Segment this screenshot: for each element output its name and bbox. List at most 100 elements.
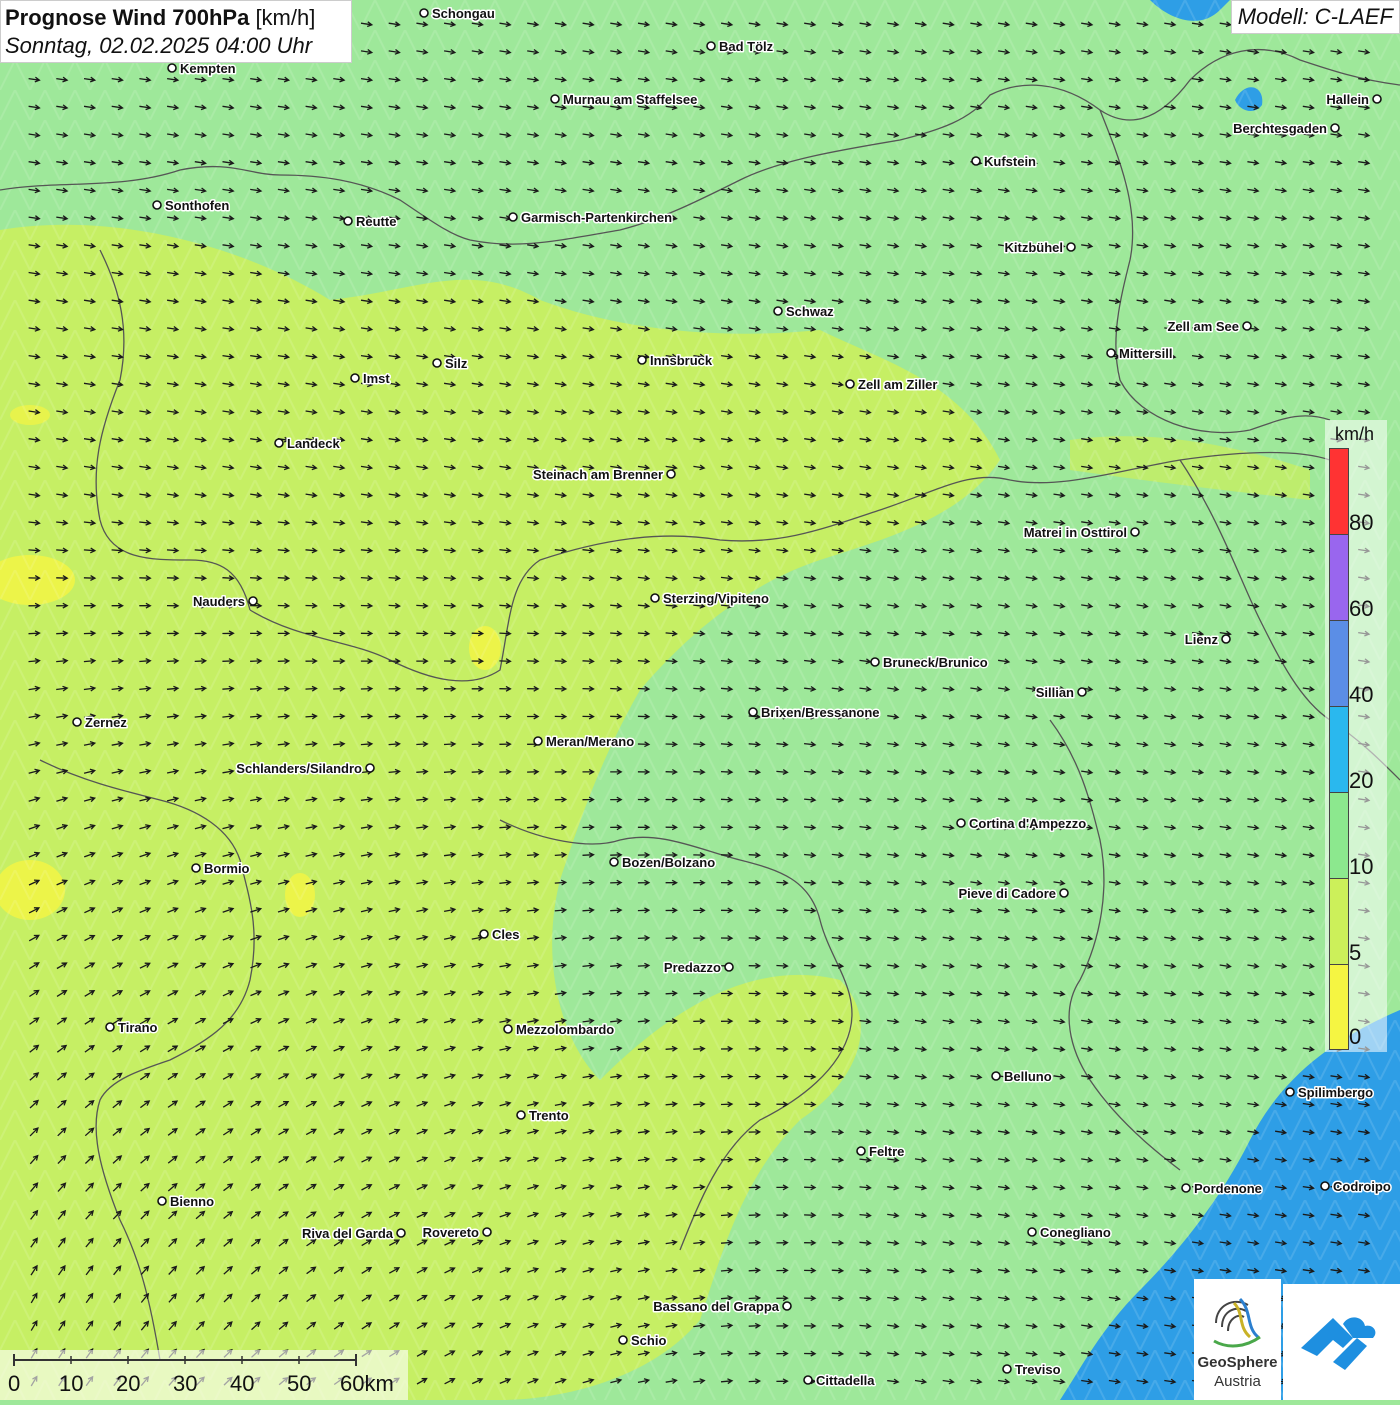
city-marker[interactable]: Steinach am Brenner [531,466,676,484]
city-dot-icon [1059,888,1069,898]
city-dot-icon [1285,1087,1295,1097]
wind-map[interactable]: Schongau Bad Tölz Kempten Murnau am Staffel… [0,0,1400,1400]
city-marker[interactable]: Conegliano [1027,1224,1112,1242]
geosphere-emblem-icon [1213,1297,1261,1348]
city-dot-icon [706,41,716,51]
geosphere-logo-text: GeoSphere [1197,1354,1278,1371]
city-dot-icon [508,212,518,222]
city-label: Spilimbergo [1298,1085,1373,1100]
city-dot-icon [248,596,258,606]
city-label: Rovereto [423,1225,479,1240]
geosphere-logo[interactable]: GeoSphere Austria [1194,1279,1281,1400]
city-marker[interactable]: Sonthofen [152,197,231,215]
city-dot-icon [803,1375,813,1385]
city-dot-icon [1221,634,1231,644]
legend-segment-5 [1330,879,1348,965]
legend-segment-80 [1330,449,1348,535]
scale-label-50: 50 [287,1371,312,1396]
city-label: Landeck [287,436,341,451]
legend-segment-40 [1330,621,1348,707]
city-marker[interactable]: Zell am See [1166,318,1252,336]
city-label: Kempten [180,61,236,76]
city-marker[interactable]: Bruneck/Brunico [870,654,989,672]
city-dot-icon [550,94,560,104]
city-dot-icon [845,379,855,389]
city-marker[interactable]: Zell am Ziller [845,376,939,394]
city-dot-icon [105,1022,115,1032]
city-dot-icon [637,355,647,365]
scale-label-30: 30 [173,1371,198,1396]
city-dot-icon [167,63,177,73]
city-label: Imst [363,371,390,386]
legend-segment-20 [1330,707,1348,793]
city-label: Zell am See [1167,319,1239,334]
city-label: Trento [529,1108,569,1123]
city-label: Codroipo [1333,1179,1391,1194]
city-label: Bruneck/Brunico [883,655,988,670]
city-label: Bassano del Grappa [653,1299,779,1314]
city-label: Cittadella [816,1373,875,1388]
city-marker[interactable]: Pieve di Cadore [957,885,1069,903]
scale-label-60km: 60km [340,1371,394,1396]
map-date: Sonntag, 02.02.2025 04:00 Uhr [5,33,313,58]
city-dot-icon [1320,1181,1330,1191]
city-label: Conegliano [1040,1225,1111,1240]
city-marker[interactable]: Riva del Garda [300,1225,406,1243]
city-marker[interactable]: Schlanders/Silandro [235,760,375,778]
city-label: Schwaz [786,304,834,319]
color-legend: km/h 80 60 40 20 10 5 0 [1325,420,1387,1052]
city-marker[interactable]: Spilimbergo [1285,1084,1375,1102]
legend-tick-5: 5 [1349,940,1362,965]
city-dot-icon [870,657,880,667]
city-label: Meran/Merano [546,734,634,749]
city-marker[interactable]: Cortina d'Ampezzo [956,815,1088,833]
city-label: Bienno [170,1194,214,1209]
city-marker[interactable]: Bassano del Grappa [652,1298,792,1316]
city-dot-icon [856,1146,866,1156]
legend-segment-60 [1330,535,1348,621]
city-label: Tirano [118,1020,158,1035]
city-marker[interactable]: Brixen/Bressanone [748,704,881,722]
city-label: Nauders [193,594,245,609]
city-label: Reutte [356,214,396,229]
city-dot-icon [782,1301,792,1311]
scale-bar: 0 10 20 30 40 50 60km [0,1350,408,1400]
city-marker[interactable]: Schongau [419,5,496,23]
city-label: Sillian [1036,685,1074,700]
legend-tick-20: 20 [1349,768,1374,793]
mountain-logo[interactable] [1283,1284,1400,1400]
city-label: Riva del Garda [302,1226,394,1241]
city-label: Pieve di Cadore [958,886,1056,901]
map-title-main: Prognose Wind 700hPa [5,5,250,30]
city-marker[interactable]: Meran/Merano [533,733,636,751]
city-dot-icon [350,373,360,383]
city-marker[interactable]: Bozen/Bolzano [609,854,717,872]
city-marker[interactable]: Mezzolombardo [503,1021,616,1039]
city-label: Belluno [1004,1069,1052,1084]
legend-tick-40: 40 [1349,682,1374,707]
city-label: Cles [492,927,519,942]
city-dot-icon [1106,348,1116,358]
city-label: Bormio [204,861,250,876]
city-marker[interactable]: Murnau am Staffelsee [550,91,699,109]
city-dot-icon [1372,94,1382,104]
city-marker[interactable]: Pordenone [1181,1180,1263,1198]
city-dot-icon [1330,123,1340,133]
map-title-unit: [km/h] [255,5,316,30]
city-label: Zell am Ziller [858,377,937,392]
city-dot-icon [1066,242,1076,252]
legend-segment-0 [1330,965,1348,1049]
city-dot-icon [157,1196,167,1206]
city-marker[interactable]: Sterzing/Vipiteno [650,590,770,608]
city-marker[interactable]: Matrei in Osttirol [1022,524,1140,542]
scale-bar-ruler [13,1354,357,1366]
city-label: Zernez [85,715,127,730]
city-dot-icon [1130,527,1140,537]
city-marker[interactable]: Innsbruck [637,352,714,370]
city-dot-icon [618,1335,628,1345]
city-marker[interactable]: Garmisch-Partenkirchen [508,209,674,227]
city-marker[interactable]: Berchtesgaden [1232,120,1340,138]
city-dot-icon [1077,687,1087,697]
city-dot-icon [1002,1364,1012,1374]
city-dot-icon [432,358,442,368]
